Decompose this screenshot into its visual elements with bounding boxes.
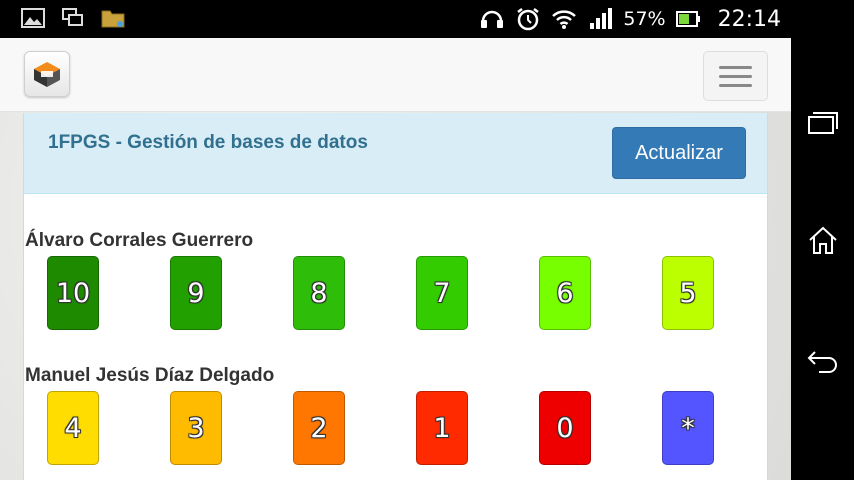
status-bar: 57% 22:14 [0,0,791,38]
recent-apps-icon[interactable] [805,104,841,140]
signal-icon [587,7,613,31]
wifi-icon [551,7,577,31]
app-logo-icon[interactable] [24,51,70,97]
grade-button-4[interactable]: 4 [47,391,99,465]
grade-button-1[interactable]: 1 [416,391,468,465]
battery-icon [675,7,702,31]
navigation-bar [791,0,854,480]
alarm-icon [515,7,541,31]
grade-button-7[interactable]: 7 [416,256,468,330]
course-panel: 1FPGS - Gestión de bases de datos Actual… [23,113,768,480]
hamburger-menu-icon [719,65,752,69]
grade-button-8[interactable]: 8 [293,256,345,330]
grade-button-5[interactable]: 5 [662,256,714,330]
student-name: Álvaro Corrales Guerrero [25,230,254,251]
screen-mirror-icon [60,6,86,30]
update-button[interactable]: Actualizar [612,127,746,179]
grade-row: 10 9 8 7 6 5 [47,256,727,332]
student-name: Manuel Jesús Díaz Delgado [25,365,275,386]
grade-button-0[interactable]: 0 [539,391,591,465]
home-icon[interactable] [805,222,841,258]
top-navbar [0,38,791,112]
folder-icon [100,6,126,30]
battery-percentage: 57% [623,8,666,30]
page-title: 1FPGS - Gestión de bases de datos [48,132,368,153]
grade-row: 4 3 2 1 0 * [47,391,727,467]
grade-button-6[interactable]: 6 [539,256,591,330]
grade-button-9[interactable]: 9 [170,256,222,330]
grade-button-10[interactable]: 10 [47,256,99,330]
back-icon[interactable] [805,344,841,380]
grade-button-2[interactable]: 2 [293,391,345,465]
clock: 22:14 [717,6,781,32]
grade-button-none[interactable]: * [662,391,714,465]
grade-button-3[interactable]: 3 [170,391,222,465]
panel-heading: 1FPGS - Gestión de bases de datos Actual… [24,113,767,194]
app-viewport: 1FPGS - Gestión de bases de datos Actual… [0,38,791,480]
hamburger-menu-button[interactable] [703,51,768,101]
headset-icon [479,7,505,31]
gallery-icon [20,6,46,30]
